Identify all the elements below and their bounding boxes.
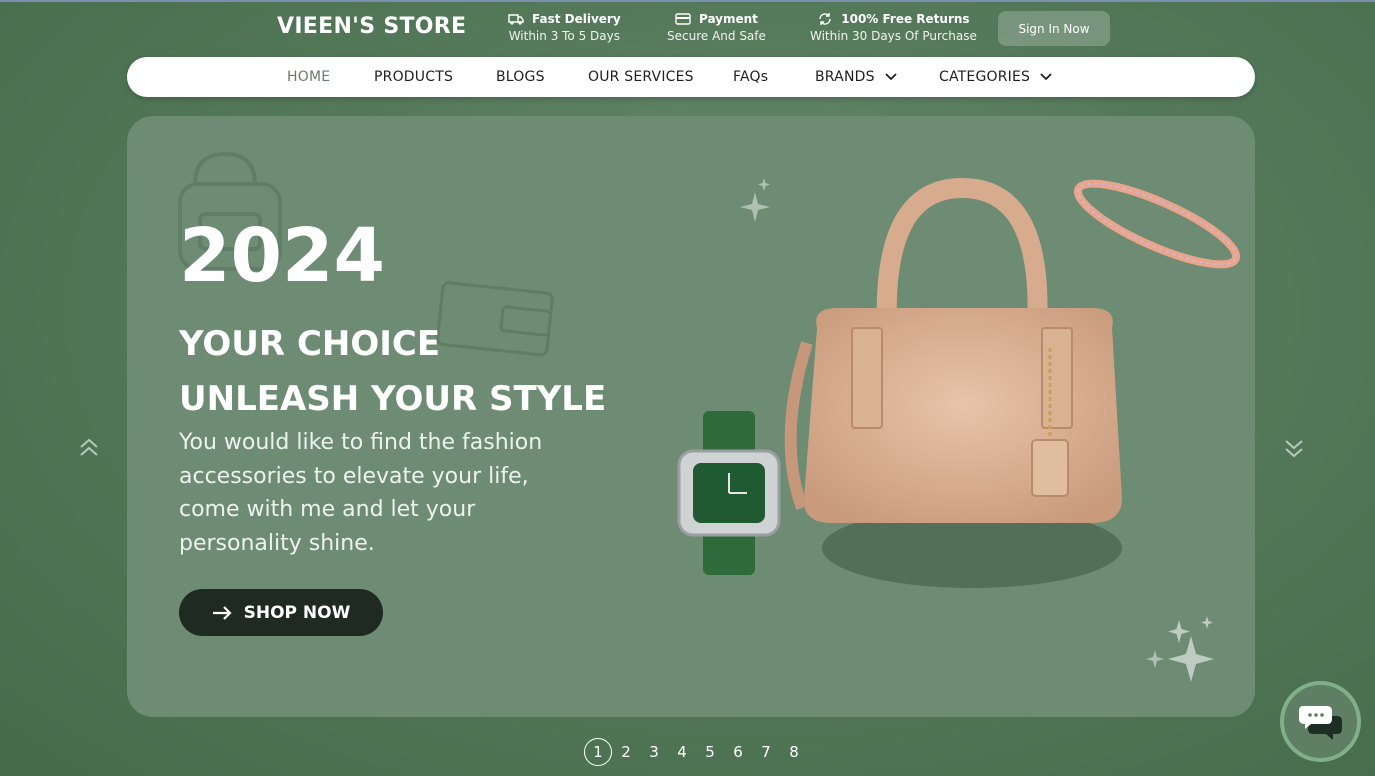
nav-item-label: PRODUCTS (374, 69, 454, 85)
sign-in-button[interactable]: Sign In Now (998, 11, 1110, 46)
chevron-down-icon (885, 73, 897, 81)
scroll-up-icon[interactable] (79, 437, 99, 459)
page-6-button[interactable]: 6 (724, 738, 752, 766)
pagination: 1 2 3 4 5 6 7 8 (584, 738, 808, 766)
nav-item-label: FAQs (733, 69, 769, 85)
top-accent-line (0, 0, 1375, 2)
nav-item-faqs[interactable]: FAQs (733, 57, 768, 97)
page-3-button[interactable]: 3 (640, 738, 668, 766)
feature-subtitle: Secure And Safe (667, 29, 766, 43)
feature-fast-delivery: Fast Delivery Within 3 To 5 Days (508, 11, 621, 45)
shop-now-button[interactable]: SHOP NOW (179, 589, 383, 636)
arrow-right-icon (212, 605, 232, 620)
shop-now-label: SHOP NOW (243, 602, 351, 623)
scroll-down-icon[interactable] (1284, 437, 1304, 459)
page-2-button[interactable]: 2 (612, 738, 640, 766)
feature-title: Payment (698, 12, 758, 26)
watch-image (677, 411, 781, 575)
return-icon (819, 13, 831, 25)
nav-item-products[interactable]: PRODUCTS (374, 57, 453, 97)
hero-banner: 2024 YOUR CHOICE UNLEASH YOUR STYLE You … (127, 116, 1255, 717)
chevron-down-icon (1040, 73, 1052, 81)
hero-headline-1: YOUR CHOICE (179, 324, 441, 364)
hero-headline-2: UNLEASH YOUR STYLE (179, 379, 607, 419)
nav-item-label: HOME (287, 69, 331, 85)
chat-bubbles-icon (1298, 705, 1342, 740)
feature-payment: Payment Secure And Safe (667, 11, 766, 45)
hero-year: 2024 (179, 213, 385, 299)
nav-item-our-services[interactable]: OUR SERVICES (588, 57, 694, 97)
nav-item-label: BRANDS (815, 69, 875, 85)
chat-button[interactable] (1280, 681, 1361, 762)
bracelet-image (1073, 179, 1241, 269)
feature-title: 100% Free Returns (841, 12, 970, 26)
sparkle-icon (1146, 616, 1214, 682)
feature-subtitle: Within 30 Days Of Purchase (810, 29, 977, 43)
feature-subtitle: Within 3 To 5 Days (508, 29, 620, 43)
truck-icon (508, 14, 524, 25)
page-5-button[interactable]: 5 (696, 738, 724, 766)
feature-free-returns: 100% Free Returns Within 30 Days Of Purc… (810, 11, 977, 45)
feature-title: Fast Delivery (532, 12, 621, 26)
nav-item-blogs[interactable]: BLOGS (496, 57, 545, 97)
nav-item-categories[interactable]: CATEGORIES (939, 57, 1052, 97)
page-4-button[interactable]: 4 (668, 738, 696, 766)
page-1-button[interactable]: 1 (584, 738, 612, 766)
sparkle-icon (740, 178, 770, 222)
nav-item-brands[interactable]: BRANDS (815, 57, 897, 97)
nav-item-label: BLOGS (496, 69, 545, 85)
credit-card-icon (675, 13, 691, 25)
main-nav: HOME PRODUCTS BLOGS OUR SERVICES FAQs BR… (127, 57, 1255, 97)
hero-description: You would like to find the fashion acces… (179, 430, 543, 556)
wallet-outline-icon (436, 281, 554, 357)
page-8-button[interactable]: 8 (780, 738, 808, 766)
page-7-button[interactable]: 7 (752, 738, 780, 766)
nav-item-home[interactable]: HOME (287, 57, 330, 97)
nav-item-label: CATEGORIES (939, 69, 1031, 85)
store-logo[interactable]: VIEEN'S STORE (277, 14, 466, 39)
nav-item-label: OUR SERVICES (588, 69, 694, 85)
